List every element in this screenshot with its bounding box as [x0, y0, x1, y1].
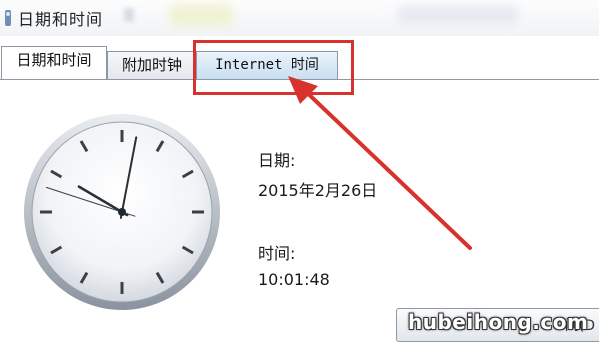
title-bar: 日期和时间	[0, 0, 599, 36]
tab-date-and-time[interactable]: 日期和时间	[1, 46, 107, 79]
watermark: hubeihong.com	[408, 310, 589, 334]
window-title: 日期和时间	[18, 10, 104, 29]
datetime-app-icon	[5, 10, 11, 26]
clock-center-pin	[118, 208, 126, 216]
tab-internet-time[interactable]: Internet 时间	[196, 51, 338, 79]
tab-additional-clocks[interactable]: 附加时钟	[107, 51, 197, 79]
blurred-icon	[124, 8, 134, 22]
date-label: 日期:	[258, 151, 296, 170]
analog-clock	[24, 114, 220, 310]
blurred-region	[170, 4, 232, 26]
tab-strip: 日期和时间 附加时钟 Internet 时间	[0, 39, 599, 80]
time-label: 时间:	[258, 244, 296, 263]
blurred-region	[398, 6, 518, 24]
date-value: 2015年2月26日	[258, 181, 378, 200]
time-value: 10:01:48	[258, 270, 330, 289]
